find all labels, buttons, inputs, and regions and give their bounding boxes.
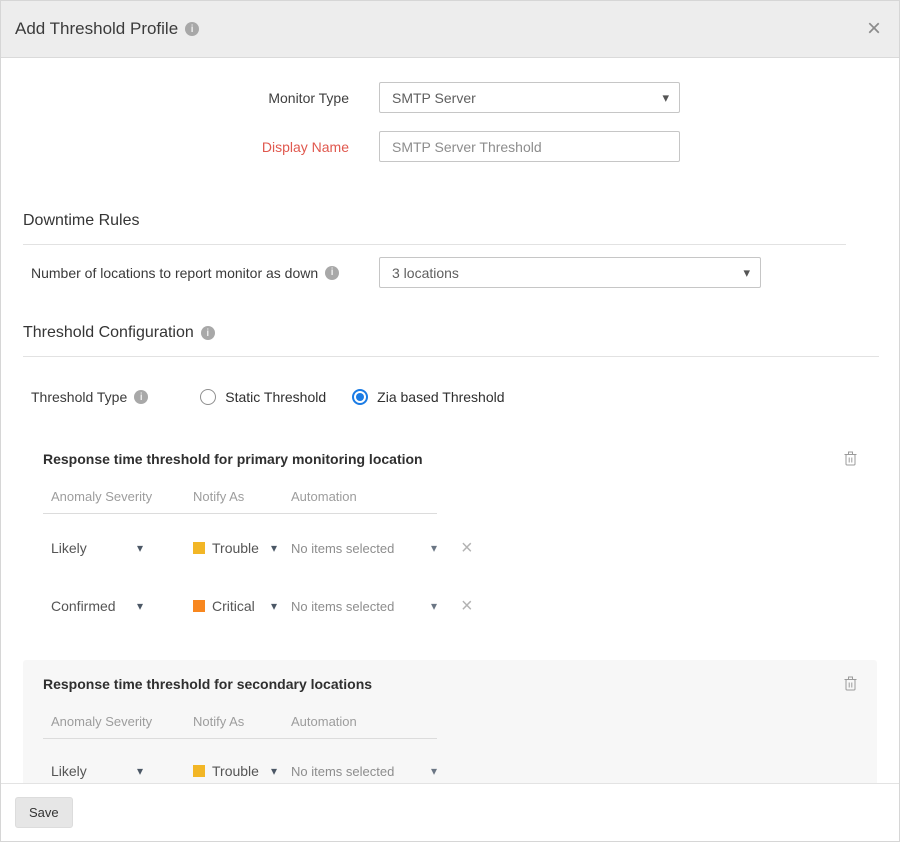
automation-value: No items selected [291,599,394,614]
chevron-down-icon: ▾ [431,764,437,778]
display-name-row: Display Name SMTP Server Threshold [1,131,899,162]
dialog-footer: Save [1,783,899,841]
notify-as-value: Critical [212,598,255,614]
trash-icon[interactable] [844,676,857,691]
chevron-down-icon: ▾ [137,764,143,778]
severity-value: Likely [51,540,87,556]
add-threshold-profile-dialog: Add Threshold Profile i × Monitor Type S… [0,0,900,842]
radio-zia-threshold[interactable]: Zia based Threshold [352,389,504,405]
table-header: Anomaly Severity Notify As Automation [43,489,437,504]
column-anomaly-severity: Anomaly Severity [51,489,193,504]
table-header: Anomaly Severity Notify As Automation [43,714,437,729]
severity-select[interactable]: Confirmed ▾ [51,598,143,614]
table-header-divider [43,513,437,514]
table-row: Likely ▾ Trouble ▾ No items selected ▾ × [43,538,857,558]
column-notify-as: Notify As [193,489,291,504]
display-name-value: SMTP Server Threshold [392,139,542,155]
monitor-type-row: Monitor Type SMTP Server ▾ [1,82,899,113]
table-row: Likely ▾ Trouble ▾ No items selected ▾ [43,763,857,779]
remove-row-icon[interactable]: × [461,596,473,616]
monitor-type-select[interactable]: SMTP Server ▾ [379,82,680,113]
primary-panel-title: Response time threshold for primary moni… [43,451,423,467]
radio-selected-icon [352,389,368,405]
save-button[interactable]: Save [15,797,73,828]
chevron-down-icon: ▾ [137,599,143,613]
column-anomaly-severity: Anomaly Severity [51,714,193,729]
locations-info-icon[interactable]: i [325,266,339,280]
monitor-type-label: Monitor Type [1,90,349,106]
radio-static-threshold[interactable]: Static Threshold [200,389,326,405]
status-color-chip [193,542,205,554]
radio-static-label: Static Threshold [225,389,326,405]
automation-select[interactable]: No items selected ▾ [291,599,437,614]
notify-as-value: Trouble [212,763,259,779]
notify-as-select[interactable]: Trouble ▾ [193,763,277,779]
column-automation: Automation [291,489,445,504]
severity-select[interactable]: Likely ▾ [51,540,143,556]
remove-row-icon[interactable]: × [461,538,473,558]
threshold-type-info-icon[interactable]: i [134,390,148,404]
radio-unselected-icon [200,389,216,405]
title-info-icon[interactable]: i [185,22,199,36]
trash-icon[interactable] [844,451,857,466]
chevron-down-icon: ▾ [431,541,437,555]
locations-row: Number of locations to report monitor as… [23,257,877,288]
chevron-down-icon: ▾ [743,265,750,281]
notify-as-select[interactable]: Critical ▾ [193,598,277,614]
chevron-down-icon: ▾ [271,764,277,778]
automation-value: No items selected [291,764,394,779]
status-color-chip [193,600,205,612]
locations-label: Number of locations to report monitor as… [31,265,318,281]
downtime-rules-title: Downtime Rules [23,212,877,230]
notify-as-value: Trouble [212,540,259,556]
chevron-down-icon: ▾ [431,599,437,613]
secondary-panel-title: Response time threshold for secondary lo… [43,676,372,692]
downtime-rules-section: Downtime Rules Number of locations to re… [23,212,877,288]
automation-value: No items selected [291,541,394,556]
status-color-chip [193,765,205,777]
dialog-header: Add Threshold Profile i × [1,1,899,58]
automation-select[interactable]: No items selected ▾ [291,541,437,556]
threshold-type-row: Threshold Type i Static Threshold Zia ba… [31,389,877,405]
notify-as-select[interactable]: Trouble ▾ [193,540,277,556]
locations-value: 3 locations [392,265,459,281]
table-row: Confirmed ▾ Critical ▾ No items selected… [43,596,857,616]
locations-select[interactable]: 3 locations ▾ [379,257,761,288]
chevron-down-icon: ▾ [271,599,277,613]
severity-value: Likely [51,763,87,779]
automation-select[interactable]: No items selected ▾ [291,764,437,779]
threshold-configuration-title: Threshold Configuration [23,324,194,342]
monitor-type-value: SMTP Server [392,90,476,106]
severity-value: Confirmed [51,598,116,614]
column-automation: Automation [291,714,445,729]
primary-threshold-panel: Response time threshold for primary moni… [23,431,877,634]
close-icon[interactable]: × [867,17,881,41]
chevron-down-icon: ▾ [137,541,143,555]
section-divider [23,244,846,245]
chevron-down-icon: ▾ [662,90,669,106]
column-notify-as: Notify As [193,714,291,729]
threshold-type-label: Threshold Type [31,389,127,405]
display-name-label: Display Name [1,139,349,155]
chevron-down-icon: ▾ [271,541,277,555]
display-name-input[interactable]: SMTP Server Threshold [379,131,680,162]
dialog-title: Add Threshold Profile [15,19,178,39]
threshold-configuration-info-icon[interactable]: i [201,326,215,340]
table-header-divider [43,738,437,739]
threshold-configuration-section: Threshold Configuration i [23,324,877,357]
section-divider [23,356,879,357]
severity-select[interactable]: Likely ▾ [51,763,143,779]
radio-zia-label: Zia based Threshold [377,389,504,405]
